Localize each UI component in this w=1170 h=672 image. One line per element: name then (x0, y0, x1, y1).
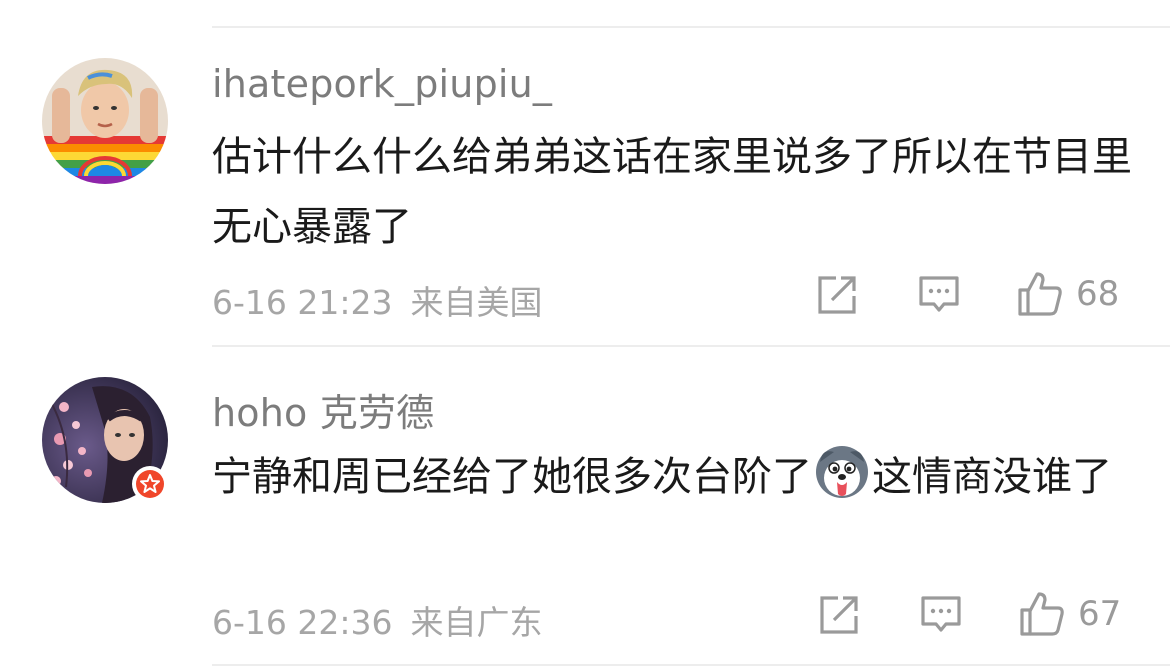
thumbs-up-icon (1018, 272, 1062, 316)
comment-location: 来自美国 (410, 283, 543, 322)
comment-date: 6-16 21:23 (212, 283, 393, 322)
like-count: 68 (1076, 274, 1120, 314)
thumbs-up-icon (1020, 592, 1064, 636)
comment-meta: 6-16 21:23 来自美国 (212, 276, 543, 324)
avatar[interactable] (42, 58, 168, 184)
divider (212, 664, 1170, 666)
comment-icon (919, 276, 959, 312)
username[interactable]: ihatepork_piupiu_ (212, 62, 552, 106)
like-button[interactable]: 68 (1016, 270, 1119, 318)
comment-text-part: 宁静和周已经给了她很多次台阶了 (212, 454, 812, 500)
dog-tongue-emoji-icon (816, 446, 868, 498)
share-icon (820, 596, 858, 634)
share-icon (818, 276, 856, 314)
comment-location: 来自广东 (410, 603, 543, 642)
share-button[interactable] (816, 274, 858, 316)
comment-text: 估计什么什么给弟弟这话在家里说多了所以在节目里无心暴露了 (212, 134, 1132, 250)
vip-star-badge (132, 466, 168, 502)
like-count: 67 (1078, 594, 1122, 634)
comment-text: 宁静和周已经给了她很多次台阶了 这情商没谁了 (212, 442, 1132, 512)
divider (212, 345, 1170, 347)
comment-text-part: 这情商没谁了 (872, 454, 1112, 500)
comment-meta: 6-16 22:36 来自广东 (212, 596, 543, 644)
like-button[interactable]: 67 (1018, 590, 1121, 638)
comment-date: 6-16 22:36 (212, 603, 393, 642)
username[interactable]: hoho 克劳德 (212, 382, 434, 437)
comment-list: ihatepork_piupiu_ 估计什么什么给弟弟这话在家里说多了所以在节目… (0, 0, 1170, 672)
reply-button[interactable] (918, 274, 960, 316)
share-button[interactable] (818, 594, 860, 636)
reply-button[interactable] (920, 594, 962, 636)
divider (212, 26, 1170, 28)
comment-icon (921, 596, 961, 632)
